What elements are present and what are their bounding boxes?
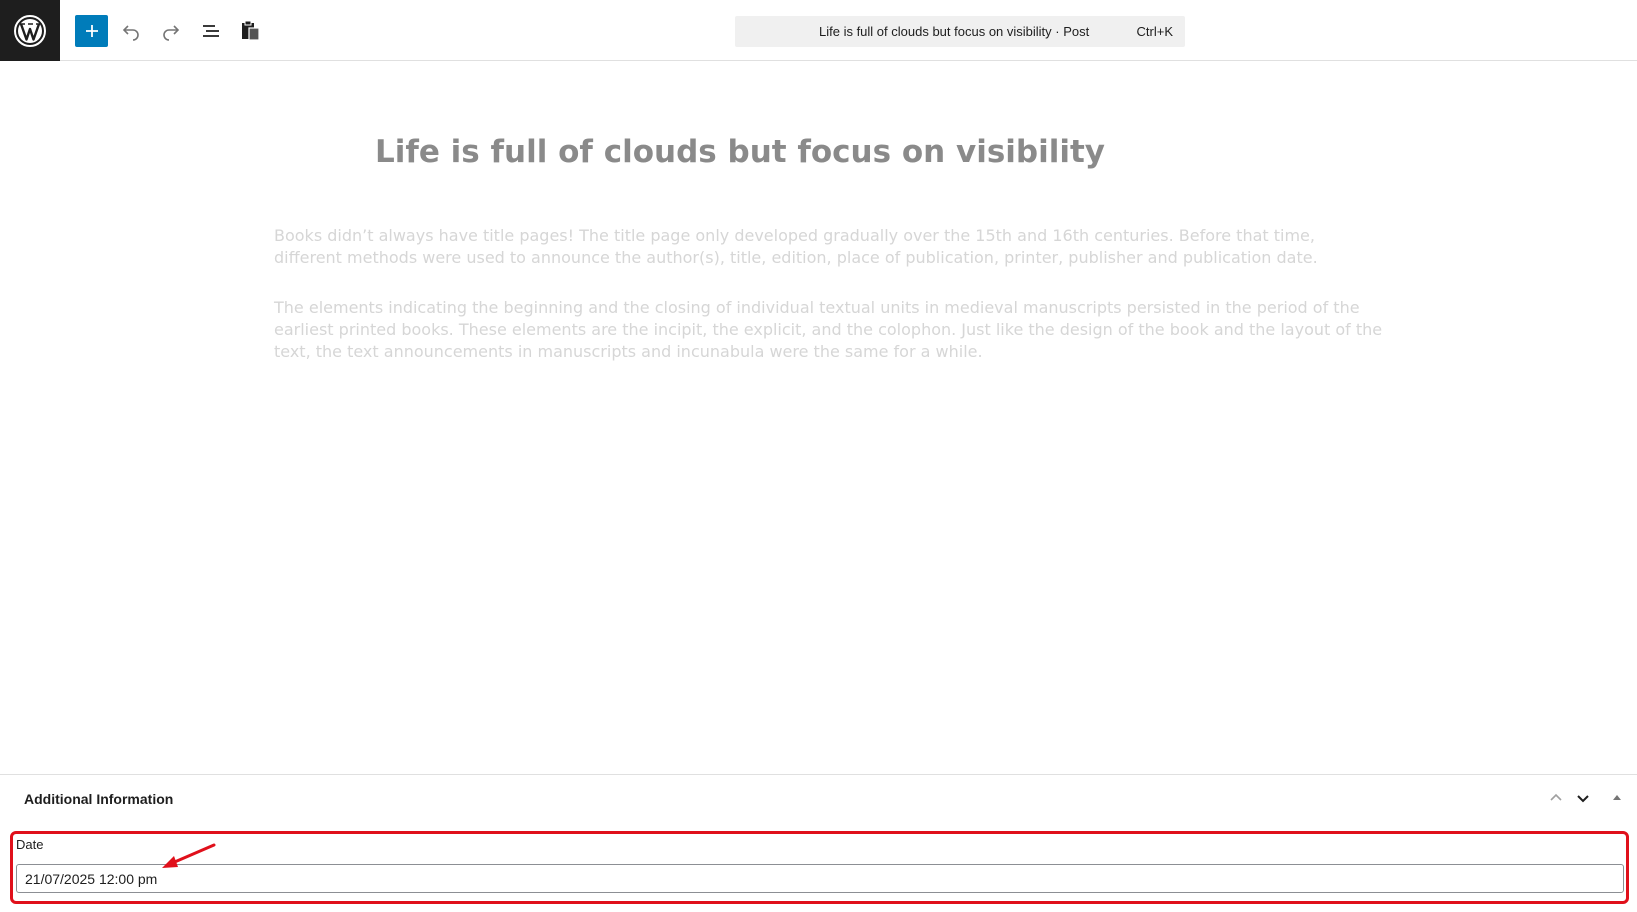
redo-icon xyxy=(163,25,180,41)
annotation-arrow-icon xyxy=(162,843,216,868)
chevron-down-icon xyxy=(1577,795,1589,803)
command-palette-bar[interactable]: Life is full of clouds but focus on visi… xyxy=(735,16,1185,47)
move-down-button[interactable] xyxy=(1570,785,1596,811)
paragraph-block[interactable]: Books didn’t always have title pages! Th… xyxy=(274,225,1384,269)
document-title-label: Life is full of clouds but focus on visi… xyxy=(819,24,1090,39)
panel-title: Additional Information xyxy=(24,791,174,807)
move-up-button[interactable] xyxy=(1543,785,1569,811)
post-title[interactable]: Life is full of clouds but focus on visi… xyxy=(0,134,1480,170)
triangle-up-icon xyxy=(1613,795,1621,800)
wordpress-logo-icon[interactable] xyxy=(0,0,60,61)
paragraph-block[interactable]: The elements indicating the beginning an… xyxy=(274,297,1384,363)
toggle-panel-button[interactable] xyxy=(1604,785,1630,811)
panel-header: Additional Information xyxy=(0,775,1637,821)
date-field[interactable] xyxy=(16,864,1624,893)
add-block-button[interactable] xyxy=(75,15,108,47)
date-field-label: Date xyxy=(16,837,44,852)
undo-icon xyxy=(122,25,139,41)
chevron-up-icon xyxy=(1550,793,1562,801)
shortcut-label: Ctrl+K xyxy=(1136,24,1173,39)
document-outline-icon xyxy=(203,25,219,37)
clipboard-icon xyxy=(242,20,260,41)
editor-toolbar: Life is full of clouds but focus on visi… xyxy=(0,0,1637,61)
plus-icon xyxy=(85,25,98,37)
document-outline-button[interactable] xyxy=(194,14,228,48)
redo-button[interactable] xyxy=(154,14,188,48)
undo-button[interactable] xyxy=(114,14,148,48)
clipboard-button[interactable] xyxy=(233,14,267,48)
